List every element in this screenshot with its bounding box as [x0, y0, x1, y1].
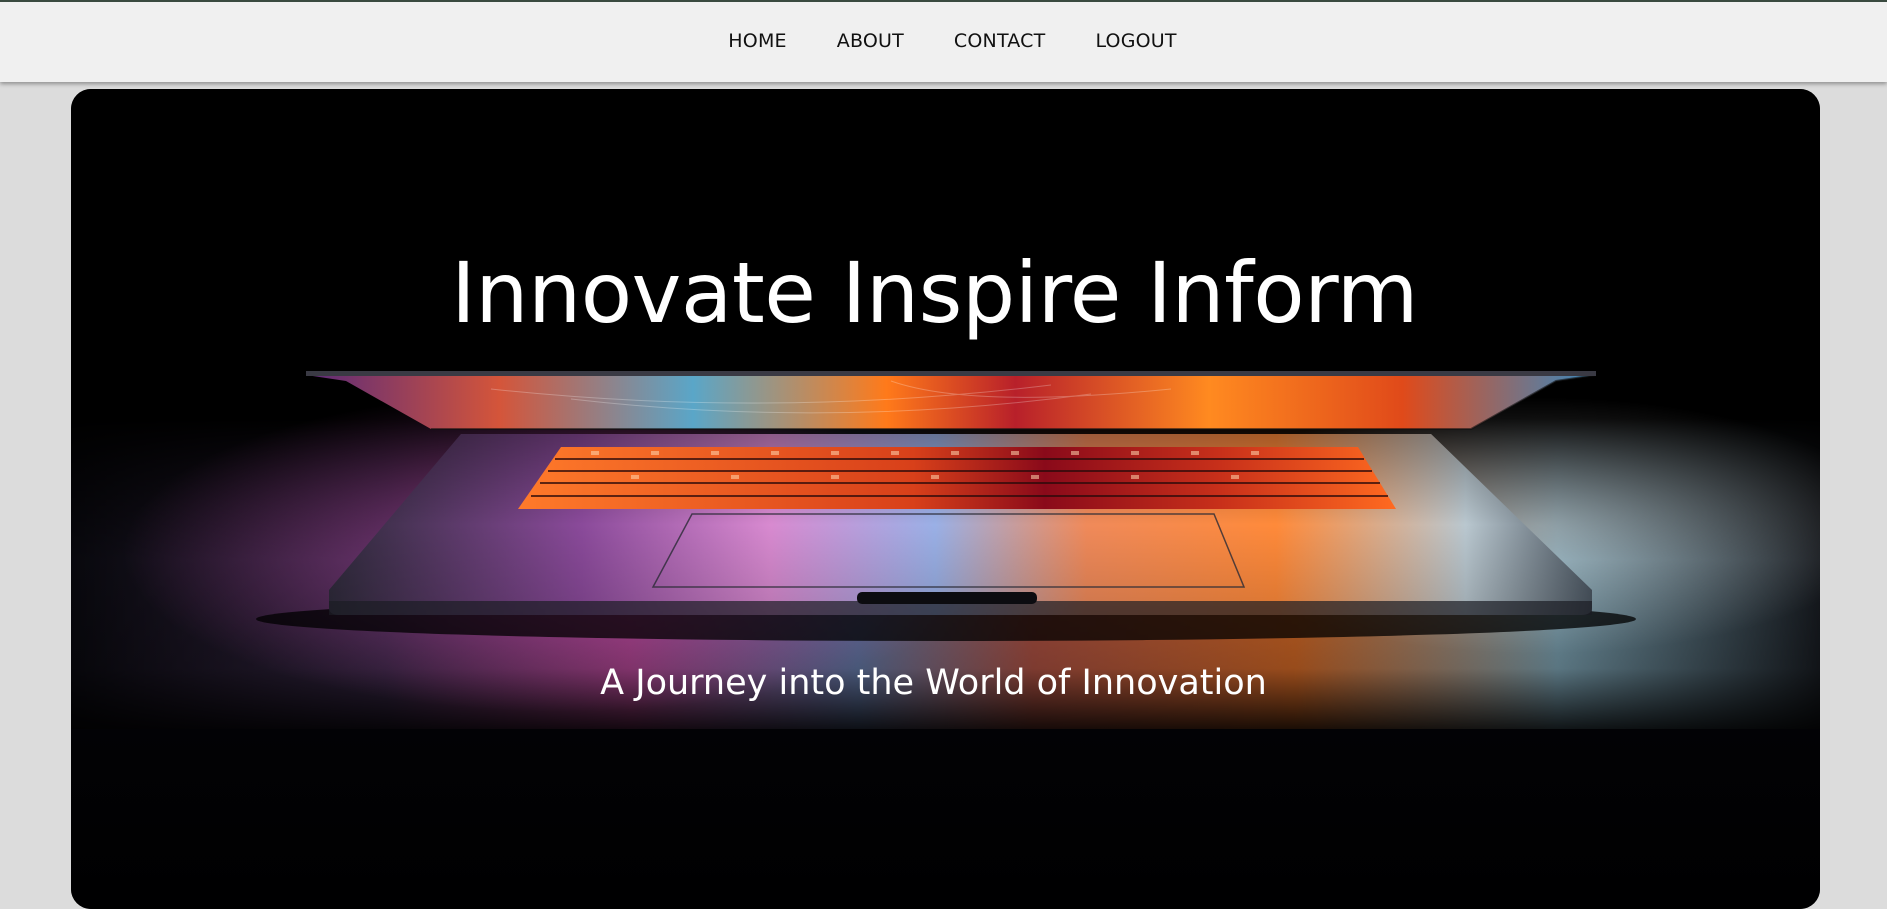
hero-subtitle: A Journey into the World of Innovation — [600, 663, 1267, 703]
nav-logout-link[interactable]: LOGOUT — [1095, 30, 1176, 52]
hero-title: Innovate Inspire Inform — [450, 244, 1419, 342]
nav-about-link[interactable]: ABOUT — [837, 30, 904, 52]
hero-banner: Innovate Inspire Inform A Journey into t… — [71, 89, 1820, 909]
nav-contact-link[interactable]: CONTACT — [954, 30, 1046, 52]
nav-home-link[interactable]: HOME — [728, 30, 786, 52]
main-nav: HOME ABOUT CONTACT LOGOUT — [0, 30, 1887, 52]
top-navigation-bar: HOME ABOUT CONTACT LOGOUT — [0, 0, 1887, 82]
hero-bottom-fade — [71, 729, 1820, 909]
laptop-photo — [71, 89, 1820, 731]
